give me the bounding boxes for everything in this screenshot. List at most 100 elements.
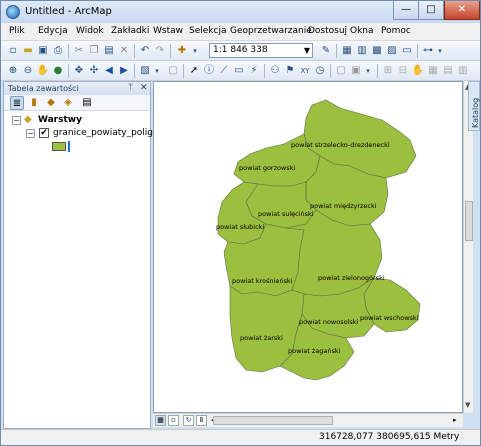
label-zielonogorski: powiat zielonogórski xyxy=(318,274,385,282)
measure-icon[interactable]: ▭ xyxy=(232,64,246,78)
table-of-contents-icon[interactable]: ▦ xyxy=(340,44,354,58)
menu-widok[interactable]: Widok xyxy=(76,26,104,36)
menu-plik[interactable]: Plik xyxy=(9,26,25,36)
label-miedzyrzecki: powiat międzyrzecki xyxy=(310,202,377,210)
back-arrow-icon[interactable]: ◀ xyxy=(102,64,116,78)
menu-zakladki[interactable]: Zakładki xyxy=(111,26,149,36)
data-view-icon[interactable]: ▦ xyxy=(155,415,166,426)
search-window-icon[interactable]: ▩ xyxy=(370,44,384,58)
select-features-icon[interactable]: ▧ xyxy=(138,64,152,78)
find-binoculars-icon[interactable]: ⚇ xyxy=(268,64,282,78)
open-folder-icon[interactable]: ▬ xyxy=(21,44,35,58)
catalog-side-tab[interactable]: Katalog xyxy=(468,81,480,131)
toolbar-separator xyxy=(68,64,69,78)
menu-pomoc[interactable]: Pomoc xyxy=(381,26,411,36)
cursor-coordinates: 316728,077 380695,615 Metry xyxy=(319,432,460,442)
arcmap-window: Untitled - ArcMap — □ ✕ Plik Edycja Wido… xyxy=(0,0,481,446)
refresh-icon[interactable]: ↻ xyxy=(183,415,194,426)
maximize-button[interactable]: □ xyxy=(419,1,444,20)
menu-dostosuj[interactable]: Dostosuj xyxy=(308,26,347,36)
layer-name[interactable]: granice_powiaty_poligon xyxy=(53,128,164,138)
toolbar-options-icon[interactable]: ▾ xyxy=(364,64,372,78)
select-dropdown-icon[interactable]: ▾ xyxy=(153,64,161,78)
layout-zoom-in-icon[interactable]: ⊞ xyxy=(381,64,395,78)
select-elements-icon[interactable]: ➚ xyxy=(187,64,201,78)
close-button[interactable]: ✕ xyxy=(444,1,480,20)
layout-view-icon[interactable]: ▫ xyxy=(168,415,179,426)
create-viewer-window-icon[interactable]: ▢ xyxy=(334,64,348,78)
collapse-layer-icon[interactable]: − xyxy=(26,129,35,138)
find-route-icon[interactable]: ⚑ xyxy=(283,64,297,78)
arctoolbox-icon[interactable]: ▨ xyxy=(385,44,399,58)
paste-icon[interactable]: ▤ xyxy=(102,44,116,58)
list-by-selection-icon[interactable]: ◈ xyxy=(61,96,75,110)
layer-symbol-swatch[interactable] xyxy=(52,142,66,151)
close-icon[interactable]: ✕ xyxy=(140,82,148,95)
vertical-scroll-thumb[interactable] xyxy=(465,201,473,241)
menu-geoprzetwarzanie[interactable]: Geoprzetwarzanie xyxy=(230,26,312,36)
layout-zoom-100-icon[interactable]: ▤ xyxy=(441,64,455,78)
minimize-button[interactable]: — xyxy=(393,1,419,20)
zoom-in-icon[interactable]: ⊕ xyxy=(6,64,20,78)
model-builder-icon[interactable]: ⊶ xyxy=(421,44,435,58)
menu-selekcja[interactable]: Selekcja xyxy=(189,26,226,36)
list-by-visibility-icon[interactable]: ◆ xyxy=(44,96,58,110)
print-icon[interactable]: ⎙ xyxy=(51,44,65,58)
label-zarski: powiat żarski xyxy=(240,334,283,342)
menu-okna[interactable]: Okna xyxy=(350,26,374,36)
list-by-drawing-order-icon[interactable]: ≣ xyxy=(10,96,24,110)
layout-full-page-icon[interactable]: ▦ xyxy=(426,64,440,78)
status-bar: 316728,077 380695,615 Metry xyxy=(1,429,480,445)
scroll-down-icon[interactable]: ▼ xyxy=(465,401,470,409)
collapse-warstwy-icon[interactable]: − xyxy=(12,116,21,125)
add-data-dropdown-icon[interactable]: ▾ xyxy=(190,44,200,58)
redo-icon[interactable]: ↷ xyxy=(153,44,167,58)
go-to-xy-icon[interactable]: XY xyxy=(298,64,312,78)
full-extent-globe-icon[interactable]: ● xyxy=(51,64,65,78)
fixed-zoom-in-icon[interactable]: ✥ xyxy=(72,64,86,78)
pin-icon[interactable]: ᛘ xyxy=(128,82,133,95)
editor-toolbar-icon[interactable]: ✎ xyxy=(319,44,333,58)
hyperlink-icon[interactable]: ⚡ xyxy=(247,64,261,78)
label-nowosolski: powiat nowosolski xyxy=(299,318,359,326)
new-document-icon[interactable]: ▫ xyxy=(6,44,20,58)
undo-icon[interactable]: ↶ xyxy=(138,44,152,58)
zoom-out-icon[interactable]: ⊖ xyxy=(21,64,35,78)
pan-hand-icon[interactable]: ✋ xyxy=(36,64,50,78)
menu-wstaw[interactable]: Wstaw xyxy=(153,26,183,36)
toc-options-icon[interactable]: ▤ xyxy=(80,96,94,110)
menu-edycja[interactable]: Edycja xyxy=(38,26,68,36)
map-horizontal-scrollbar[interactable]: ▦ ▫ ↻ Ⅱ ◂ ▸ xyxy=(153,413,463,427)
toc-title: Tabela zawartości xyxy=(8,84,79,93)
delete-icon[interactable]: ✕ xyxy=(117,44,131,58)
chevron-down-icon[interactable]: ▼ xyxy=(304,44,310,57)
pause-drawing-icon[interactable]: Ⅱ xyxy=(196,415,207,426)
map-canvas[interactable]: powiat strzelecko-drezdenecki powiat gor… xyxy=(154,82,463,413)
scroll-right-icon[interactable]: ▸ xyxy=(453,416,457,424)
layer-visibility-checkbox[interactable]: ✔ xyxy=(39,128,49,138)
cut-icon[interactable]: ✂ xyxy=(72,44,86,58)
map-display[interactable]: powiat strzelecko-drezdenecki powiat gor… xyxy=(153,81,463,413)
toolbar-separator xyxy=(264,64,265,78)
horizontal-scroll-thumb[interactable] xyxy=(213,416,333,425)
forward-arrow-icon[interactable]: ▶ xyxy=(117,64,131,78)
swipe-layer-icon[interactable]: ▣ xyxy=(349,64,363,78)
list-by-source-icon[interactable]: ▮ xyxy=(27,96,41,110)
toolbar-options-icon[interactable]: ▾ xyxy=(436,44,444,58)
python-window-icon[interactable]: ▭ xyxy=(400,44,414,58)
layout-pan-icon[interactable]: ✋ xyxy=(411,64,425,78)
layout-zoom-out-icon[interactable]: ⊟ xyxy=(396,64,410,78)
html-popup-icon[interactable]: ⟋ xyxy=(217,64,231,78)
map-scale-combobox[interactable]: 1:1 846 338 ▼ xyxy=(209,43,313,58)
catalog-window-icon[interactable]: ▥ xyxy=(355,44,369,58)
copy-icon[interactable]: ❐ xyxy=(87,44,101,58)
time-slider-icon[interactable]: ◷ xyxy=(313,64,327,78)
identify-icon[interactable]: ⓘ xyxy=(202,64,216,78)
add-data-icon[interactable]: ✚ xyxy=(175,44,189,58)
clear-selection-icon[interactable]: ▢ xyxy=(166,64,180,78)
layer-group-label[interactable]: Warstwy xyxy=(38,115,82,125)
fixed-zoom-out-icon[interactable]: ✣ xyxy=(87,64,101,78)
label-wschowski: powiat wschowski xyxy=(360,314,419,322)
layout-page-icon[interactable]: ▥ xyxy=(456,64,470,78)
save-icon[interactable]: ▣ xyxy=(36,44,50,58)
